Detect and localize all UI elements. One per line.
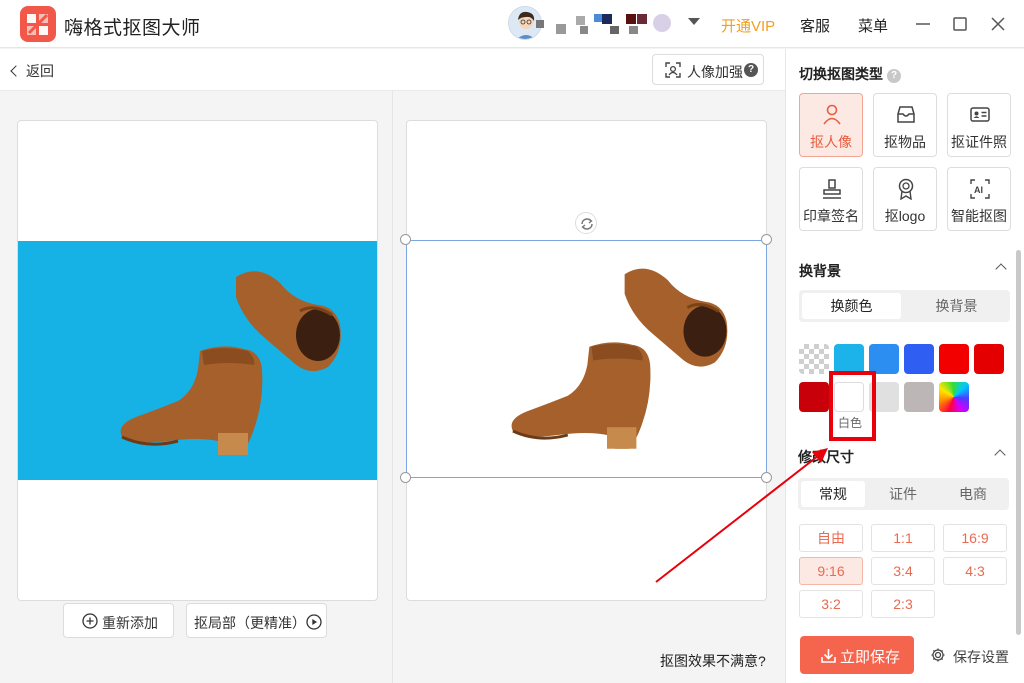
annotation-arrow	[655, 448, 828, 583]
